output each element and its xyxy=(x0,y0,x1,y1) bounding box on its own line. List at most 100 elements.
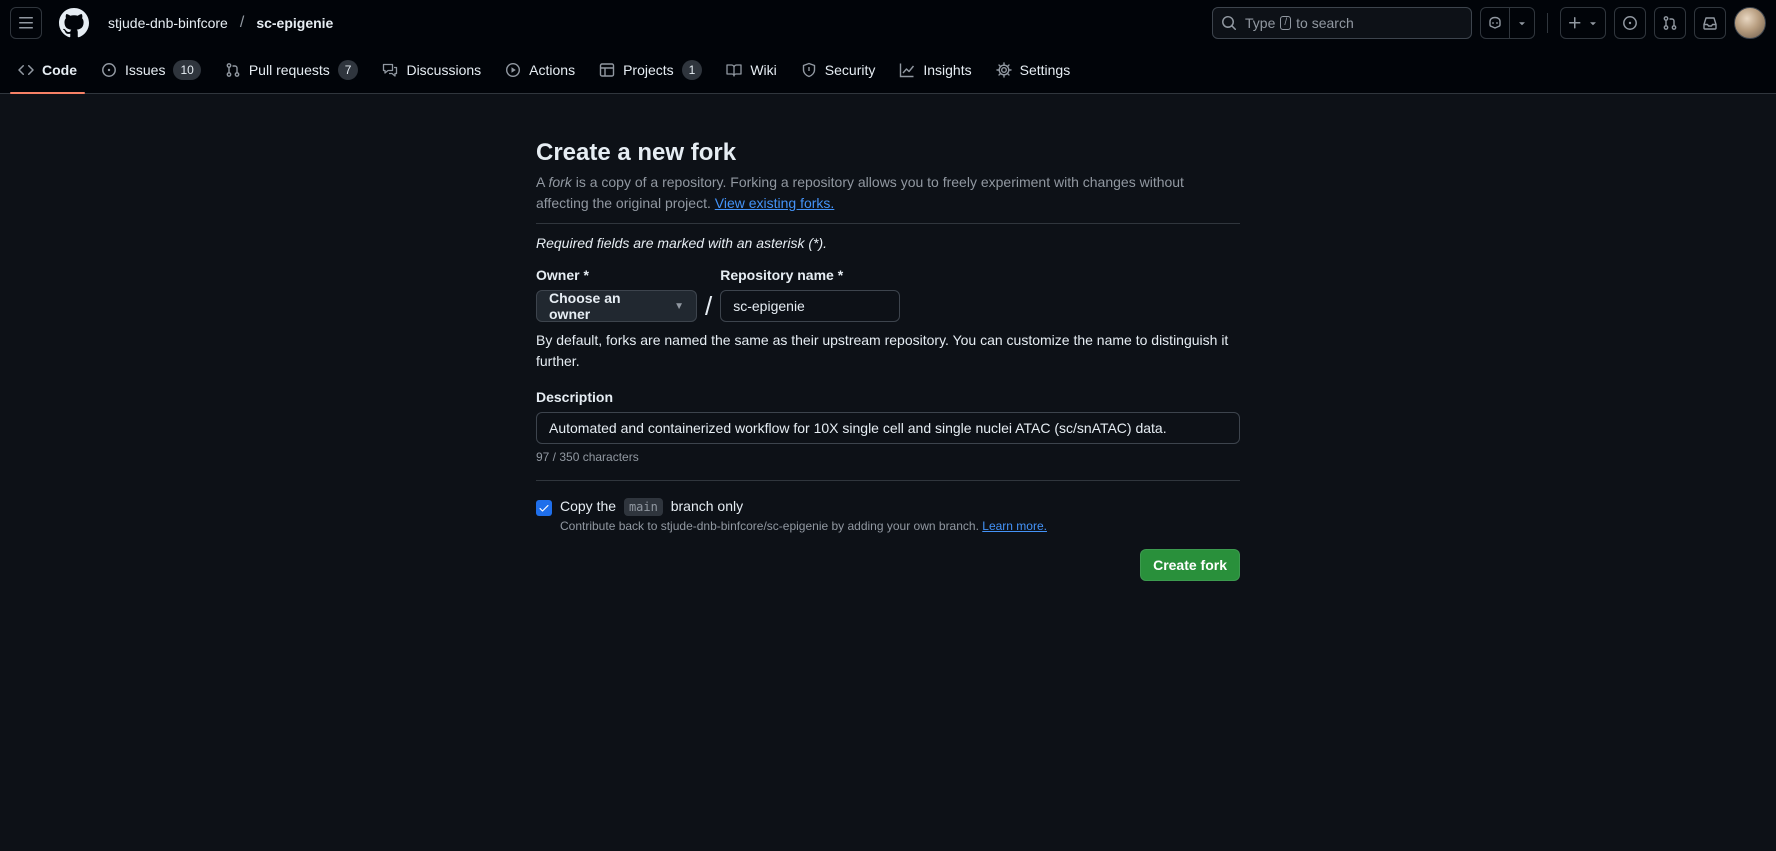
tab-label: Insights xyxy=(923,62,972,78)
tab-actions[interactable]: Actions xyxy=(497,46,583,94)
fork-intro: A fork is a copy of a repository. Forkin… xyxy=(536,172,1240,224)
tab-issues[interactable]: Issues 10 xyxy=(93,46,209,94)
branch-name-chip: main xyxy=(623,498,663,516)
intro-a: A xyxy=(536,174,545,190)
issues-counter: 10 xyxy=(173,60,201,80)
search-prefix: Type xyxy=(1245,15,1276,31)
code-icon xyxy=(18,62,34,78)
plus-icon xyxy=(1567,15,1583,31)
owner-select-button[interactable]: Choose an owner ▼ xyxy=(536,290,697,322)
hamburger-icon xyxy=(18,15,34,31)
top-bar: stjude-dnb-binfcore / sc-epigenie Type /… xyxy=(0,0,1776,46)
tab-label: Projects xyxy=(623,62,674,78)
breadcrumb-separator: / xyxy=(239,14,245,31)
pull-requests-counter: 7 xyxy=(337,60,359,80)
repo-name-field: Repository name * xyxy=(720,267,901,322)
required-fields-note: Required fields are marked with an aster… xyxy=(536,235,828,251)
tab-settings[interactable]: Settings xyxy=(988,46,1079,94)
tab-code[interactable]: Code xyxy=(10,46,85,94)
copy-label-suffix: branch only xyxy=(670,498,744,514)
tab-wiki[interactable]: Wiki xyxy=(718,46,784,94)
form-actions: Create fork xyxy=(536,549,1240,581)
menu-button[interactable] xyxy=(10,7,42,39)
issues-button[interactable] xyxy=(1614,7,1646,39)
github-logo-icon xyxy=(59,8,89,38)
view-existing-forks-link[interactable]: View existing forks. xyxy=(715,195,835,211)
repo-nav-tabs: Code Issues 10 Pull requests 7 Discussio… xyxy=(0,46,1776,94)
graph-icon xyxy=(899,62,915,78)
app-header: stjude-dnb-binfcore / sc-epigenie Type /… xyxy=(0,0,1776,94)
fork-form: Create a new fork A fork is a copy of a … xyxy=(536,138,1240,581)
intro-text: is a copy of a repository. Forking a rep… xyxy=(536,174,1184,211)
triangle-down-icon xyxy=(1587,17,1599,29)
tab-discussions[interactable]: Discussions xyxy=(374,46,489,94)
copy-main-branch-text: Copy the main branch only Contribute bac… xyxy=(560,498,1047,533)
search-box[interactable]: Type / to search xyxy=(1212,7,1472,39)
form-divider xyxy=(536,480,1240,481)
triangle-down-icon: ▼ xyxy=(674,300,684,312)
owner-repo-slash: / xyxy=(705,291,713,321)
tab-label: Discussions xyxy=(406,62,482,78)
owner-repo-row: Owner * Choose an owner ▼ / Repository n… xyxy=(536,267,1240,322)
github-logo-link[interactable] xyxy=(58,7,90,39)
pull-requests-button[interactable] xyxy=(1654,7,1686,39)
copy-label-prefix: Copy the xyxy=(560,498,617,514)
pull-request-icon xyxy=(225,62,241,78)
owner-select-label: Choose an owner xyxy=(549,290,621,322)
description-input[interactable] xyxy=(536,412,1240,444)
split-divider xyxy=(1509,8,1510,38)
copy-main-branch-caption: Contribute back to stjude-dnb-binfcore/s… xyxy=(560,519,1047,533)
tab-insights[interactable]: Insights xyxy=(891,46,979,94)
owner-field: Owner * Choose an owner ▼ xyxy=(536,267,697,322)
gear-icon xyxy=(995,62,1012,78)
shield-icon xyxy=(801,62,817,78)
tab-projects[interactable]: Projects 1 xyxy=(591,46,710,94)
triangle-down-icon[interactable] xyxy=(1516,17,1528,29)
create-fork-button[interactable]: Create fork xyxy=(1140,549,1240,581)
description-char-count: 97 / 350 characters xyxy=(536,450,639,464)
tab-pull-requests[interactable]: Pull requests 7 xyxy=(217,46,367,94)
description-label: Description xyxy=(536,389,614,405)
play-icon xyxy=(505,62,521,78)
tab-label: Security xyxy=(824,62,876,78)
tab-label: Settings xyxy=(1019,62,1071,78)
tab-label: Pull requests xyxy=(248,62,330,78)
pull-request-icon xyxy=(1662,15,1678,31)
copy-main-branch-label[interactable]: Copy the main branch only xyxy=(560,498,1047,516)
copy-main-branch-option: Copy the main branch only Contribute bac… xyxy=(536,498,1240,533)
copilot-button[interactable] xyxy=(1480,7,1535,39)
repo-name-hint: By default, forks are named the same as … xyxy=(536,332,1229,369)
inbox-icon xyxy=(1702,15,1718,31)
page-title: Create a new fork xyxy=(536,139,737,166)
issue-icon xyxy=(101,62,117,78)
tab-security[interactable]: Security xyxy=(793,46,884,94)
breadcrumb-repo-link[interactable]: sc-epigenie xyxy=(252,13,337,33)
notifications-button[interactable] xyxy=(1694,7,1726,39)
copilot-icon xyxy=(1487,15,1503,31)
copy-caption-text: Contribute back to stjude-dnb-binfcore/s… xyxy=(560,519,979,533)
description-field: Description 97 / 350 characters xyxy=(536,389,1240,464)
intro-fork-word: fork xyxy=(548,174,572,190)
user-avatar[interactable] xyxy=(1734,7,1766,39)
projects-counter: 1 xyxy=(681,60,703,80)
breadcrumb-owner-link[interactable]: stjude-dnb-binfcore xyxy=(104,13,232,33)
tab-label: Actions xyxy=(529,62,576,78)
repo-name-input[interactable] xyxy=(720,290,901,322)
issue-icon xyxy=(1622,15,1638,31)
header-actions: Type / to search xyxy=(1212,7,1766,39)
tab-label: Wiki xyxy=(750,62,777,78)
search-shortcut-key: / xyxy=(1280,16,1292,30)
table-icon xyxy=(599,62,615,78)
tab-label: Code xyxy=(42,62,77,78)
create-new-button[interactable] xyxy=(1560,7,1606,39)
book-icon xyxy=(726,62,742,78)
breadcrumb: stjude-dnb-binfcore / sc-epigenie xyxy=(104,13,337,33)
copy-main-branch-checkbox[interactable] xyxy=(536,500,552,516)
search-suffix: to search xyxy=(1296,15,1354,31)
owner-label: Owner * xyxy=(536,267,589,283)
learn-more-link[interactable]: Learn more. xyxy=(982,519,1047,533)
tab-label: Issues xyxy=(125,62,166,78)
check-icon xyxy=(538,502,550,514)
search-icon xyxy=(1221,15,1237,31)
repo-name-label: Repository name * xyxy=(720,267,844,283)
